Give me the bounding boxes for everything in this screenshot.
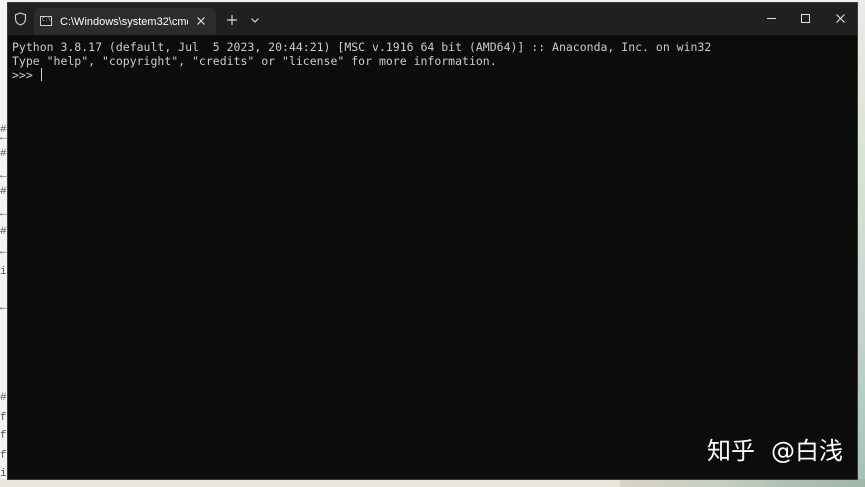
terminal-output[interactable]: Python 3.8.17 (default, Jul 5 2023, 20:4… [8, 35, 857, 479]
watermark-author: @白浅 [771, 437, 843, 465]
cmd-icon: C:\ [40, 16, 52, 26]
cmd-icon-label: C:\ [42, 17, 52, 23]
tab-title: C:\Windows\system32\cmd.e: [60, 16, 188, 28]
title-bar[interactable]: C:\ C:\Windows\system32\cmd.e: [8, 3, 857, 35]
shield-icon[interactable] [10, 9, 30, 29]
python-prompt: >>> [12, 68, 40, 82]
background-wallpaper-strip [857, 0, 865, 487]
new-tab-button[interactable] [222, 11, 242, 29]
python-version-line: Python 3.8.17 (default, Jul 5 2023, 20:4… [12, 40, 712, 54]
tab-dropdown-chevron-icon[interactable] [246, 11, 264, 29]
tab-close-icon[interactable] [194, 14, 208, 28]
background-wallpaper-art [620, 479, 865, 487]
minimize-button[interactable] [754, 3, 788, 33]
python-help-line: Type "help", "copyright", "credits" or "… [12, 54, 497, 68]
maximize-button[interactable] [788, 3, 822, 33]
zhihu-watermark: 知乎 @白浅 [707, 435, 843, 467]
text-cursor [40, 68, 42, 81]
close-button[interactable] [823, 3, 857, 33]
python-prompt-line[interactable]: >>> [12, 68, 42, 82]
tab-cmd[interactable]: C:\ C:\Windows\system32\cmd.e: [34, 8, 216, 35]
terminal-window: C:\ C:\Windows\system32\cmd.e: [7, 2, 858, 480]
watermark-site: 知乎 [707, 437, 755, 465]
